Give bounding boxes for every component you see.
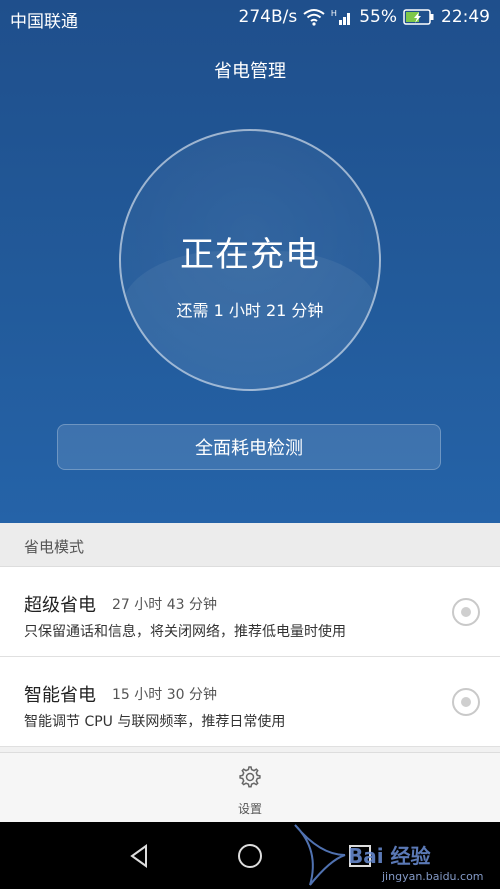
settings-label: 设置	[237, 802, 262, 816]
system-navigation-bar	[0, 822, 500, 889]
charging-status-circle: 正在充电 还需 1 小时 21 分钟	[119, 129, 381, 391]
mode-super-saving[interactable]: 超级省电 27 小时 43 分钟 只保留通话和信息，将关闭网络，推荐低电量时使用	[0, 567, 500, 657]
power-management-header-area: 中国联通 274B/s H 55% 22:49 省电管理 正在充电 还需 1 小…	[0, 0, 500, 523]
status-right: 274B/s H 55% 22:49	[239, 7, 491, 27]
battery-charging-icon	[403, 8, 435, 26]
back-icon[interactable]	[126, 842, 154, 870]
battery-percent: 55%	[359, 7, 397, 27]
power-saving-modes-header: 省电模式	[0, 523, 500, 567]
carrier-name: 中国联通	[10, 12, 78, 32]
mode-description: 智能调节 CPU 与联网频率，推荐日常使用	[24, 714, 286, 730]
page-title: 省电管理	[214, 61, 286, 82]
clock: 22:49	[441, 7, 490, 27]
home-icon[interactable]	[236, 842, 264, 870]
mode-duration: 27 小时 43 分钟	[112, 597, 217, 613]
mode-smart-saving[interactable]: 智能省电 15 小时 30 分钟 智能调节 CPU 与联网频率，推荐日常使用	[0, 657, 500, 747]
mode-duration: 15 小时 30 分钟	[112, 687, 217, 703]
settings-button[interactable]: 设置	[0, 752, 500, 822]
charging-headline: 正在充电	[180, 235, 320, 275]
mode-radio-smart[interactable]	[452, 688, 480, 716]
section-title: 省电模式	[24, 538, 85, 556]
mode-name: 智能省电	[24, 685, 96, 706]
charging-remaining-time: 还需 1 小时 21 分钟	[176, 301, 324, 320]
recents-icon[interactable]	[346, 842, 374, 870]
mode-description: 只保留通话和信息，将关闭网络，推荐低电量时使用	[24, 624, 346, 640]
network-speed: 274B/s	[238, 7, 298, 27]
status-bar: 中国联通 274B/s H 55% 22:49	[0, 0, 500, 36]
signal-icon: H	[331, 8, 353, 26]
gear-icon[interactable]	[238, 765, 262, 789]
mode-radio-super[interactable]	[452, 598, 480, 626]
full-power-detect-button[interactable]: 全面耗电检测	[57, 424, 441, 470]
mode-name: 超级省电	[24, 595, 96, 616]
svg-text:H: H	[331, 9, 337, 18]
wifi-icon	[303, 8, 325, 26]
